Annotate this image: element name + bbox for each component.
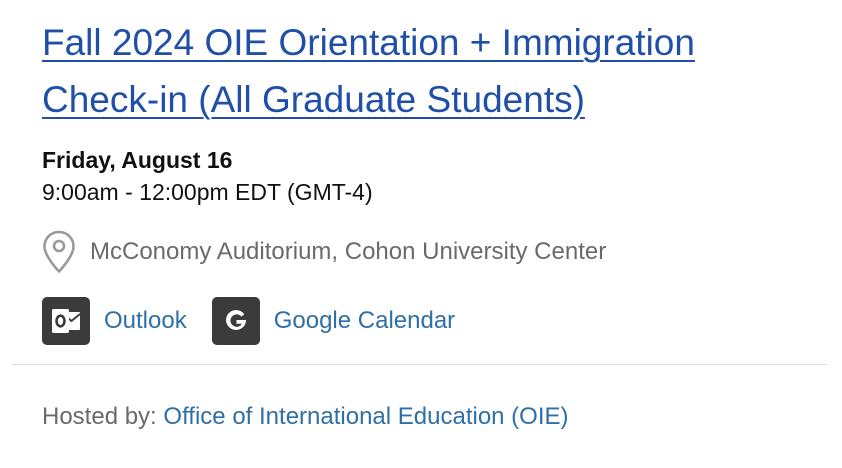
hosted-by-label: Hosted by: (42, 403, 157, 430)
outlook-calendar-link[interactable]: Outlook (42, 297, 187, 345)
location-text: McConomy Auditorium, Cohon University Ce… (90, 238, 607, 265)
event-date: Friday, August 16 (42, 147, 233, 173)
map-pin-icon (43, 230, 75, 273)
event-card: Fall 2024 OIE Orientation + Immigration … (0, 0, 842, 468)
divider (12, 364, 827, 365)
event-location: McConomy Auditorium, Cohon University Ce… (42, 230, 606, 274)
event-time: 9:00am - 12:00pm EDT (GMT-4) (42, 179, 373, 205)
calendar-links: Outlook Google Calendar (42, 297, 455, 345)
event-title-link[interactable]: Fall 2024 OIE Orientation + Immigration … (42, 14, 822, 128)
google-calendar-label[interactable]: Google Calendar (274, 307, 455, 335)
google-icon[interactable] (211, 297, 260, 345)
hosted-by: Hosted by: Office of International Educa… (42, 402, 569, 432)
google-calendar-link[interactable]: Google Calendar (211, 297, 455, 345)
outlook-icon[interactable] (42, 297, 90, 345)
outlook-label[interactable]: Outlook (104, 307, 187, 335)
host-link[interactable]: Office of International Education (OIE) (163, 403, 568, 430)
